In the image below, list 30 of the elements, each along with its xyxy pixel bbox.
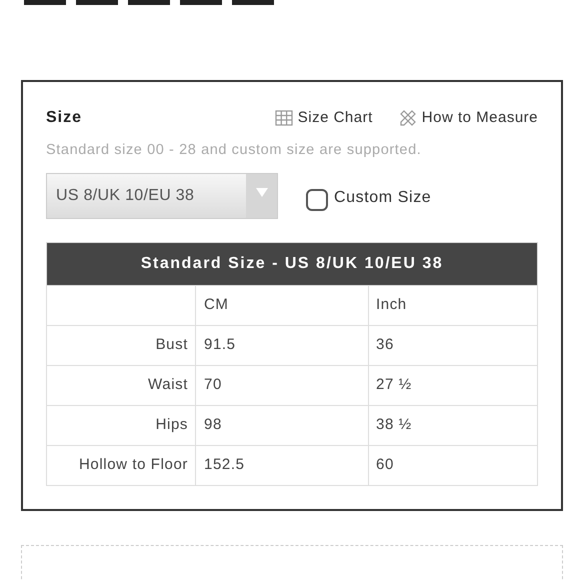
swatch[interactable] xyxy=(180,0,222,5)
table-title: Standard Size - US 8/UK 10/EU 38 xyxy=(47,242,537,285)
table-cell: 27 ½ xyxy=(368,366,537,405)
checkbox-label: Custom Size xyxy=(334,188,432,208)
size-select[interactable]: US 8/UK 10/EU 38 xyxy=(46,172,278,219)
table-cell: 98 xyxy=(195,406,368,445)
size-note: Standard size 00 - 28 and custom size are supported. xyxy=(46,141,422,160)
size-chart-link[interactable]: Size Chart xyxy=(274,106,373,130)
column-header: Inch xyxy=(368,286,537,325)
section-label: Size xyxy=(46,108,82,128)
table-cell: 91.5 xyxy=(195,326,368,365)
row-label: Hollow to Floor xyxy=(78,455,189,475)
swatch[interactable] xyxy=(76,0,118,5)
swatch[interactable] xyxy=(24,0,66,5)
custom-size-checkbox[interactable] xyxy=(306,188,328,211)
how-to-measure-link[interactable]: How to Measure xyxy=(398,106,538,130)
table-icon xyxy=(274,110,293,126)
table-cell: 70 xyxy=(195,366,368,405)
column-header: CM xyxy=(195,286,368,325)
ruler-pencil-icon xyxy=(398,109,417,127)
table-cell: 60 xyxy=(368,446,537,485)
swatch[interactable] xyxy=(232,0,274,5)
swatch[interactable] xyxy=(128,0,170,5)
row-label: Waist xyxy=(147,375,189,395)
table-cell: 38 ½ xyxy=(368,406,537,445)
table-cell: 152.5 xyxy=(195,446,368,485)
table-cell: 36 xyxy=(368,326,537,365)
dropdown-arrow-icon xyxy=(256,188,268,197)
row-label: Bust xyxy=(154,335,189,355)
row-label: Hips xyxy=(154,415,189,435)
